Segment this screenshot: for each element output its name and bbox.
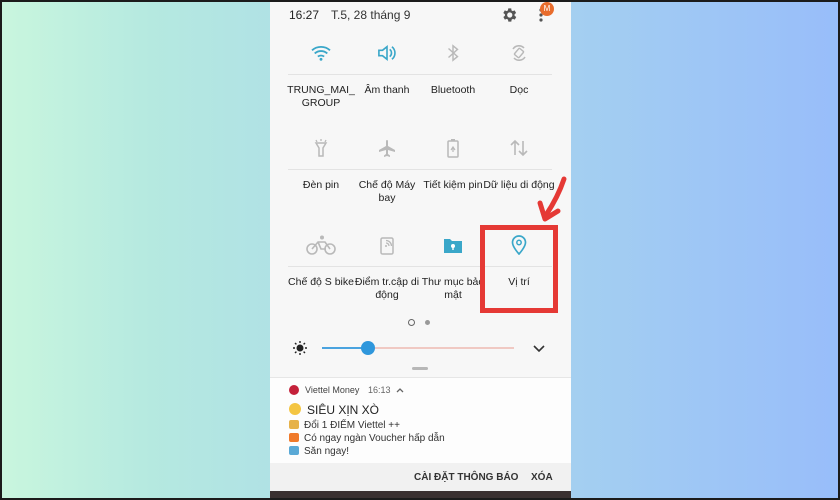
mobile-data-icon	[486, 133, 552, 163]
page-dot-1[interactable]	[408, 319, 415, 326]
notification-app-name: Viettel Money	[305, 385, 360, 395]
status-bar: 16:27 T.5, 28 tháng 9 M	[270, 0, 571, 30]
page-dot-2[interactable]	[425, 320, 430, 325]
notification-card[interactable]: Viettel Money 16:13 SIÊU XỊN XÒ Đổi 1 ĐI…	[270, 377, 571, 463]
clear-button[interactable]: XÓA	[531, 472, 553, 483]
chevron-up-icon[interactable]	[395, 385, 405, 395]
rotation-icon	[486, 38, 552, 68]
hotspot-icon	[354, 230, 420, 260]
chevron-down-icon[interactable]	[532, 341, 546, 355]
tile-label: Chế độ S bike	[288, 276, 354, 288]
ticket-emoji-icon	[289, 446, 299, 455]
tile-label: Tiết kiệm pin	[423, 179, 483, 191]
ok-hand-emoji-icon	[289, 420, 299, 429]
tile-label: TRUNG_MAI_ GROUP	[287, 84, 355, 109]
notification-settings-button[interactable]: CÀI ĐẶT THÔNG BÁO	[414, 472, 518, 483]
tile-label: Đèn pin	[302, 179, 340, 191]
avatar[interactable]: M	[540, 2, 554, 16]
tile-label: Thư mục bảo mật	[421, 276, 485, 301]
battery-saver-icon	[420, 133, 486, 163]
tile-label: Chế độ Máy bay	[358, 179, 416, 204]
background-app-strip	[270, 491, 571, 500]
brightness-slider-thumb[interactable]	[361, 341, 376, 355]
notification-line: Có ngay ngàn Voucher hấp dẫn	[289, 433, 445, 444]
notification-time: 16:13	[368, 385, 391, 395]
tile-label: Vị trí	[508, 276, 530, 288]
pointer-arrow-icon	[537, 176, 567, 222]
flashlight-icon	[288, 133, 354, 163]
sound-icon	[354, 38, 420, 68]
fire-emoji-icon	[289, 433, 299, 442]
notification-line: Săn ngay!	[289, 446, 349, 457]
notification-title: SIÊU XỊN XÒ	[307, 403, 380, 417]
tile-label: Âm thanh	[364, 84, 410, 96]
airplane-icon	[354, 133, 420, 163]
viettel-money-app-icon	[289, 385, 299, 395]
brightness-slider[interactable]	[322, 347, 514, 349]
date: T.5, 28 tháng 9	[331, 8, 411, 22]
tile-label: Bluetooth	[430, 84, 476, 96]
notification-line-text: Đổi 1 ĐIỂM Viettel ++	[304, 420, 400, 431]
bluetooth-icon	[420, 38, 486, 68]
notification-line-text: Săn ngay!	[304, 446, 350, 457]
tile-label: Điểm tr.cập di động	[354, 276, 420, 301]
bike-icon	[288, 230, 354, 260]
wifi-icon	[288, 38, 354, 68]
notification-line: Đổi 1 ĐIỂM Viettel ++	[289, 420, 400, 431]
brightness-icon	[293, 341, 307, 355]
notification-actions: CÀI ĐẶT THÔNG BÁO XÓA	[270, 463, 571, 491]
drag-handle[interactable]	[412, 367, 428, 370]
clock: 16:27	[289, 8, 320, 22]
smiling-emoji-icon	[289, 403, 301, 415]
notification-shade: 16:27 T.5, 28 tháng 9 M TRUNG_MAI_ GROUP…	[270, 0, 571, 500]
gear-icon[interactable]	[500, 6, 518, 24]
tile-label: Dọc	[509, 84, 529, 96]
notification-line-text: Có ngay ngàn Voucher hấp dẫn	[304, 433, 445, 444]
location-icon	[486, 230, 552, 260]
secure-folder-icon	[420, 230, 486, 260]
